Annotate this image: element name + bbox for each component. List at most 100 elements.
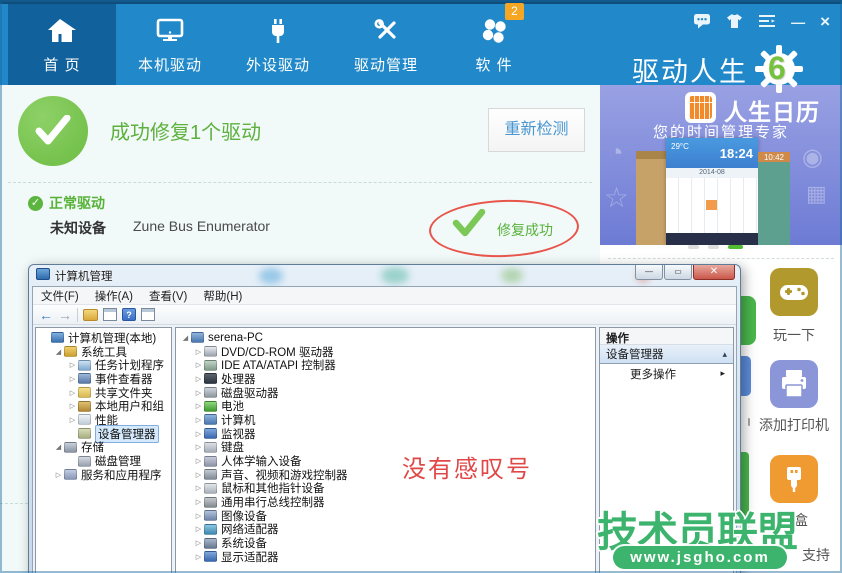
console-tree-item[interactable]: ▷ 服务和应用程序 bbox=[36, 468, 171, 482]
dm-window-icon bbox=[36, 268, 50, 280]
device-category-icon bbox=[204, 414, 217, 426]
dm-menu-item[interactable]: 操作(A) bbox=[87, 288, 141, 304]
device-category-icon bbox=[204, 428, 217, 440]
close-icon[interactable]: × bbox=[820, 13, 830, 30]
expander-icon[interactable]: ▷ bbox=[193, 553, 204, 561]
skin-icon[interactable] bbox=[726, 13, 743, 32]
tree-item-icon bbox=[64, 441, 77, 453]
expander-icon[interactable]: ▷ bbox=[193, 375, 204, 383]
help-icon[interactable]: ? bbox=[122, 308, 136, 321]
expander-icon[interactable]: ▷ bbox=[193, 484, 204, 492]
rescan-button[interactable]: 重新检测 bbox=[488, 108, 585, 152]
minimize-icon[interactable]: — bbox=[791, 14, 805, 30]
device-category-icon bbox=[204, 373, 217, 385]
usb-plug-icon bbox=[262, 19, 294, 50]
main-menu-icon[interactable] bbox=[758, 13, 776, 31]
add-printer-button[interactable] bbox=[770, 360, 818, 408]
actions-section-label: 设备管理器 bbox=[606, 349, 664, 361]
tab-home-label: 首 页 bbox=[43, 57, 81, 74]
clover-icon bbox=[478, 19, 510, 50]
normal-drivers-title: 正常驱动 bbox=[49, 195, 105, 211]
treasure-box-button[interactable] bbox=[770, 455, 818, 503]
tab-home[interactable]: 首 页 bbox=[8, 4, 116, 85]
more-actions-item[interactable]: 更多操作 ▸ bbox=[600, 364, 733, 383]
device-name: Zune Bus Enumerator bbox=[133, 218, 270, 234]
expander-icon[interactable]: ▷ bbox=[193, 539, 204, 547]
device-category-icon bbox=[204, 510, 217, 522]
dm-menu-item[interactable]: 帮助(H) bbox=[195, 288, 250, 304]
collapse-icon[interactable]: ▴ bbox=[722, 349, 727, 360]
dm-titlebar[interactable]: 计算机管理 — ▭ ✕ bbox=[29, 265, 740, 286]
ad-screenshot-left bbox=[636, 151, 666, 245]
dm-menu-item[interactable]: 查看(V) bbox=[141, 288, 195, 304]
app-logo-text: 驱动人生 bbox=[632, 56, 748, 87]
back-icon[interactable]: ← bbox=[39, 307, 53, 323]
expander-icon[interactable]: ▷ bbox=[67, 389, 78, 397]
expander-icon[interactable]: ▷ bbox=[193, 361, 204, 369]
tab-peripheral-drivers[interactable]: 外设驱动 bbox=[224, 4, 332, 85]
expander-icon[interactable]: ▷ bbox=[193, 457, 204, 465]
device-tree-item[interactable]: ▷ 显示适配器 bbox=[176, 550, 595, 564]
tab-driver-management-label: 驱动管理 bbox=[353, 57, 418, 74]
device-category-icon bbox=[204, 359, 217, 371]
expander-icon[interactable]: ▷ bbox=[193, 512, 204, 520]
dm-menu-item[interactable]: 文件(F) bbox=[33, 288, 87, 304]
tab-driver-management[interactable]: 驱动管理 bbox=[332, 4, 440, 85]
tab-local-drivers[interactable]: 本机驱动 bbox=[116, 4, 224, 85]
device-category-icon bbox=[204, 482, 217, 494]
ad-screenshot-right: 10:42 bbox=[758, 152, 790, 245]
expander-icon[interactable]: ▷ bbox=[193, 430, 204, 438]
expander-icon[interactable]: ▷ bbox=[193, 389, 204, 397]
dm-menubar: 文件(F) 操作(A) 查看(V) 帮助(H) bbox=[33, 287, 736, 305]
expander-icon[interactable]: ◢ bbox=[53, 348, 64, 356]
play-game-button[interactable] bbox=[770, 268, 818, 316]
expander-icon[interactable]: ▷ bbox=[193, 525, 204, 533]
dm-close-button[interactable]: ✕ bbox=[693, 265, 735, 280]
expander-icon[interactable]: ▷ bbox=[67, 402, 78, 410]
expander-icon[interactable]: ▷ bbox=[193, 498, 204, 506]
ad-month: 2014-08 bbox=[666, 168, 758, 178]
expander-icon[interactable]: ▷ bbox=[193, 471, 204, 479]
calendar-app-icon bbox=[685, 92, 716, 123]
expander-icon[interactable]: ▷ bbox=[193, 443, 204, 451]
device-category-icon bbox=[191, 332, 204, 344]
console-tree-toggle-icon[interactable] bbox=[83, 308, 98, 321]
dm-maximize-button[interactable]: ▭ bbox=[664, 265, 692, 280]
tree-item-label: 服务和应用程序 bbox=[81, 469, 162, 482]
submenu-arrow-icon: ▸ bbox=[720, 368, 725, 378]
more-actions-label: 更多操作 bbox=[630, 368, 676, 381]
gear-logo-icon: 6 bbox=[754, 44, 804, 94]
expander-icon[interactable]: ▷ bbox=[67, 416, 78, 424]
normal-drivers-header: ✓ 正常驱动 bbox=[28, 193, 105, 213]
expander-icon[interactable]: ▷ bbox=[67, 375, 78, 383]
expander-icon[interactable]: ▷ bbox=[193, 402, 204, 410]
actions-section-header[interactable]: 设备管理器 ▴ bbox=[600, 345, 733, 364]
feedback-icon[interactable] bbox=[693, 12, 711, 32]
software-badge: 2 bbox=[505, 3, 524, 20]
expander-icon[interactable]: ◢ bbox=[53, 443, 64, 451]
console-tree-pane: 计算机管理(本地) ◢ 系统工具 ▷ 任务计划程序 ▷ 事件查看器 ▷ 共享文件… bbox=[35, 327, 172, 573]
expander-icon[interactable]: ▷ bbox=[53, 471, 64, 479]
expander-icon[interactable]: ▷ bbox=[193, 416, 204, 424]
device-category-icon bbox=[204, 523, 217, 535]
carousel-dot-active[interactable] bbox=[728, 245, 743, 249]
standard-view-icon[interactable] bbox=[141, 308, 155, 321]
calendar-ad-banner[interactable]: ◔ ☆ ◉ ▦ 人生日历 您的时间管理专家 29°C 18:24 2014-08… bbox=[600, 85, 842, 245]
device-category-icon bbox=[204, 346, 217, 358]
hidden-button-sliver bbox=[741, 356, 751, 396]
expander-icon[interactable]: ◢ bbox=[180, 334, 191, 342]
carousel-dot[interactable] bbox=[708, 245, 719, 249]
expander-icon[interactable]: ▷ bbox=[193, 348, 204, 356]
forward-icon[interactable]: → bbox=[58, 307, 72, 323]
device-category-icon bbox=[204, 551, 217, 563]
watermark-url: www.jsgho.com bbox=[613, 546, 787, 569]
carousel-dot[interactable] bbox=[688, 245, 699, 249]
divider bbox=[8, 182, 592, 183]
show-action-pane-icon[interactable] bbox=[103, 308, 117, 321]
tab-peripheral-drivers-label: 外设驱动 bbox=[245, 57, 310, 74]
tab-software[interactable]: 软 件 2 bbox=[440, 3, 548, 85]
dm-minimize-button[interactable]: — bbox=[635, 265, 663, 280]
screen: 首 页 本机驱动 外设驱动 驱动管理 软 件 2 — × 驱动人生 6 成功修复… bbox=[0, 0, 842, 573]
expander-icon[interactable]: ▷ bbox=[67, 361, 78, 369]
home-icon bbox=[46, 19, 78, 50]
